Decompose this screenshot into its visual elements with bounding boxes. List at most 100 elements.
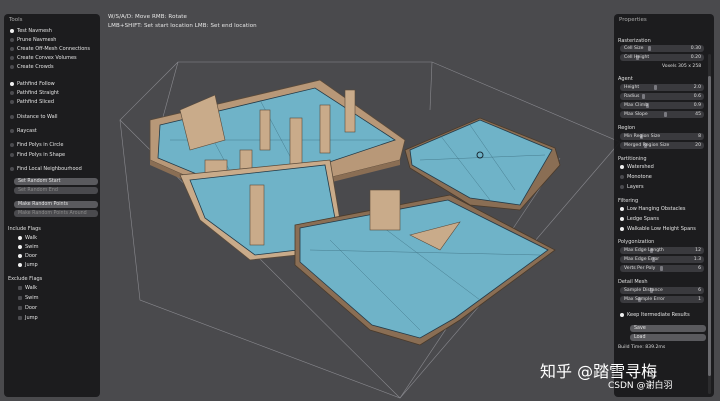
checkbox-icon	[18, 262, 22, 267]
include-door[interactable]: Door	[18, 252, 37, 259]
mode-pathfind-follow[interactable]: Pathfind Follow	[10, 80, 55, 87]
properties-title: Properties	[619, 17, 647, 23]
tool-convex-volumes[interactable]: Create Convex Volumes	[10, 54, 77, 61]
checkbox-icon	[18, 285, 22, 290]
filter-walkable-low[interactable]: Walkable Low Height Spans	[620, 225, 696, 232]
exclude-jump[interactable]: Jump	[18, 314, 38, 321]
polygonization-title: Polygonization	[618, 239, 655, 245]
checkbox-icon	[18, 235, 22, 240]
cell-height-slider[interactable]: Cell Height 0.20	[620, 54, 704, 61]
controls-hint-location: LMB+SHIFT: Set start location LMB: Set e…	[108, 23, 257, 29]
radius-slider[interactable]: Radius 0.6	[620, 93, 704, 100]
build-time: Build Time: 839.2ms	[618, 345, 666, 350]
radio-icon	[10, 90, 14, 95]
slider-knob[interactable]	[654, 85, 657, 90]
include-flags-title: Include Flags	[8, 226, 41, 232]
rasterization-title: Rasterization	[618, 38, 651, 44]
checkbox-icon	[18, 253, 22, 258]
set-random-end-button[interactable]: Set Random End	[14, 187, 98, 194]
max-edge-length-slider[interactable]: Max Edge Length 12	[620, 247, 704, 254]
properties-panel: Properties Rasterization Cell Size 0.30 C…	[614, 14, 714, 397]
tools-panel: Tools Test Navmesh Prune Navmesh Create …	[4, 14, 100, 397]
load-button[interactable]: Load	[630, 334, 706, 341]
checkbox-icon	[18, 315, 22, 320]
checkbox-icon	[620, 206, 624, 211]
checkbox-icon	[620, 226, 624, 231]
part-layers[interactable]: Layers	[620, 183, 644, 190]
exclude-swim[interactable]: Swim	[18, 294, 39, 301]
tool-offmesh[interactable]: Create Off-Mesh Connections	[10, 45, 90, 52]
radio-icon	[10, 46, 14, 51]
checkbox-icon	[18, 295, 22, 300]
properties-scrollbar[interactable]	[708, 54, 711, 394]
max-slope-slider[interactable]: Max Slope 45	[620, 111, 704, 118]
detail-mesh-title: Detail Mesh	[618, 279, 648, 285]
merged-region-slider[interactable]: Merged Region Size 20	[620, 142, 704, 149]
max-sample-error-slider[interactable]: Max Sample Error 1	[620, 296, 704, 303]
max-edge-error-slider[interactable]: Max Edge Error 1.3	[620, 256, 704, 263]
slider-knob[interactable]	[648, 46, 651, 51]
part-monotone[interactable]: Monotone	[620, 173, 652, 180]
radio-icon	[10, 166, 14, 171]
height-slider[interactable]: Height 2.0	[620, 84, 704, 91]
mode-polys-shape[interactable]: Find Polys in Shape	[10, 151, 65, 158]
include-jump[interactable]: Jump	[18, 261, 38, 268]
agent-title: Agent	[618, 76, 633, 82]
radio-icon	[10, 152, 14, 157]
radio-icon	[10, 28, 14, 33]
keep-intermediate-checkbox[interactable]: Keep Itermediate Results	[620, 311, 690, 318]
radio-icon	[10, 128, 14, 133]
controls-hint-move: W/S/A/D: Move RMB: Rotate	[108, 14, 188, 20]
mode-distance-to-wall[interactable]: Distance to Wall	[10, 113, 58, 120]
min-region-slider[interactable]: Min Region Size 8	[620, 133, 704, 140]
save-button[interactable]: Save	[630, 325, 706, 332]
radio-icon	[10, 114, 14, 119]
filtering-title: Filtering	[618, 198, 639, 204]
radio-icon	[10, 64, 14, 69]
filter-low-hanging[interactable]: Low Hanging Obstacles	[620, 205, 685, 212]
include-walk[interactable]: Walk	[18, 234, 37, 241]
max-climb-slider[interactable]: Max Climb 0.9	[620, 102, 704, 109]
tools-title: Tools	[9, 17, 23, 23]
make-random-points-button[interactable]: Make Random Points	[14, 201, 98, 208]
radio-icon	[10, 99, 14, 104]
mode-pathfind-sliced[interactable]: Pathfind Sliced	[10, 98, 54, 105]
tool-crowds[interactable]: Create Crowds	[10, 63, 54, 70]
radio-icon	[620, 184, 624, 189]
tool-test-navmesh[interactable]: Test Navmesh	[10, 27, 52, 34]
sample-distance-slider[interactable]: Sample Distance 6	[620, 287, 704, 294]
checkbox-icon	[620, 216, 624, 221]
3d-viewport[interactable]	[0, 0, 720, 401]
mode-raycast[interactable]: Raycast	[10, 127, 37, 134]
mode-polys-circle[interactable]: Find Polys in Circle	[10, 141, 63, 148]
checkbox-icon	[18, 244, 22, 249]
radio-icon	[10, 55, 14, 60]
radio-icon	[10, 81, 14, 86]
partitioning-title: Partitioning	[618, 156, 647, 162]
checkbox-icon	[18, 305, 22, 310]
region-title: Region	[618, 125, 636, 131]
radio-icon	[10, 37, 14, 42]
radio-icon	[10, 142, 14, 147]
cell-size-slider[interactable]: Cell Size 0.30	[620, 45, 704, 52]
mode-pathfind-straight[interactable]: Pathfind Straight	[10, 89, 59, 96]
verts-per-poly-slider[interactable]: Verts Per Poly 6	[620, 265, 704, 272]
scrollbar-thumb[interactable]	[708, 76, 711, 376]
radio-icon	[620, 174, 624, 179]
watermark-csdn: CSDN @谢白羽	[608, 381, 673, 391]
radio-icon	[620, 164, 624, 169]
checkbox-icon	[620, 312, 624, 317]
slider-knob[interactable]	[660, 266, 663, 271]
make-random-points-around-button[interactable]: Make Random Points Around	[14, 210, 98, 217]
exclude-door[interactable]: Door	[18, 304, 37, 311]
set-random-start-button[interactable]: Set Random Start	[14, 178, 98, 185]
tool-prune-navmesh[interactable]: Prune Navmesh	[10, 36, 56, 43]
mode-local-neighbourhood[interactable]: Find Local Neighbourhood	[10, 165, 82, 172]
slider-knob[interactable]	[664, 112, 667, 117]
part-watershed[interactable]: Watershed	[620, 163, 654, 170]
include-swim[interactable]: Swim	[18, 243, 39, 250]
voxels-readout: Voxels 305 x 258	[662, 64, 702, 69]
exclude-walk[interactable]: Walk	[18, 284, 37, 291]
filter-ledge-spans[interactable]: Ledge Spans	[620, 215, 659, 222]
slider-knob[interactable]	[642, 94, 645, 99]
